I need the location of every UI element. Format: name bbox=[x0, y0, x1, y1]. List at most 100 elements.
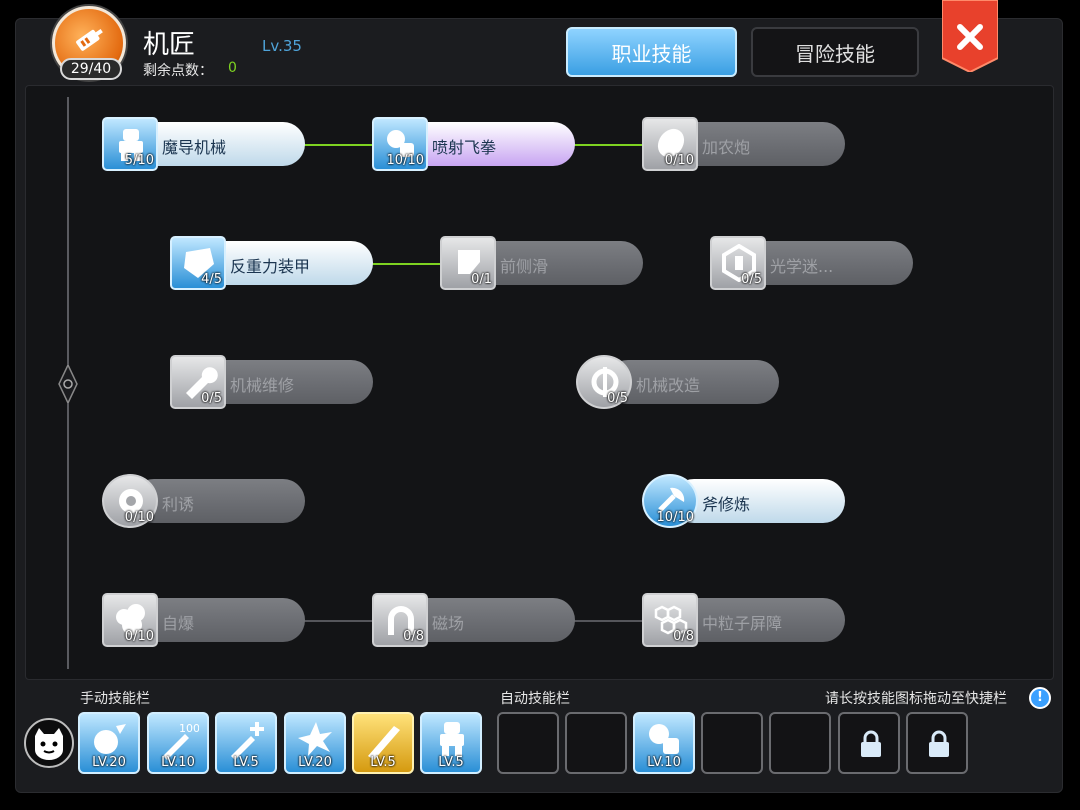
optical-hexagon-icon: 0/5 bbox=[710, 236, 766, 290]
auto-slot-2[interactable] bbox=[565, 712, 627, 774]
skill-label: 加农炮 bbox=[702, 138, 751, 157]
link-row5-b bbox=[574, 620, 644, 622]
slot-level: LV.10 bbox=[161, 755, 195, 770]
mechanic-hammer-icon bbox=[76, 28, 103, 51]
tab-job-skills[interactable]: 职业技能 bbox=[566, 27, 737, 77]
skill-label: 魔导机械 bbox=[162, 138, 227, 157]
auto-slot-6-locked[interactable] bbox=[838, 712, 900, 774]
skill-count: 5/10 bbox=[124, 153, 154, 168]
link-row5-a bbox=[304, 620, 374, 622]
drag-hint: 请长按技能图标拖动至快捷栏 bbox=[825, 691, 1007, 707]
skill-node-mech-modify[interactable]: 0/5 机械改造 bbox=[576, 355, 781, 409]
close-button[interactable] bbox=[942, 0, 998, 72]
burst-face-icon bbox=[94, 724, 126, 754]
lock-icon bbox=[929, 730, 949, 757]
skill-node-self-destruct[interactable]: 0/10 自爆 bbox=[102, 593, 307, 647]
info-icon[interactable]: ! bbox=[1029, 687, 1051, 709]
skill-label: 利诱 bbox=[162, 495, 195, 514]
hammer-burst-icon bbox=[298, 722, 332, 756]
skill-label: 磁场 bbox=[432, 614, 465, 633]
skill-count: 4/5 bbox=[201, 272, 222, 287]
skill-label: 自爆 bbox=[162, 614, 195, 633]
skill-label: 前侧滑 bbox=[500, 257, 549, 276]
skill-label: 机械维修 bbox=[230, 376, 295, 395]
sword-100-icon: 100 bbox=[163, 722, 199, 760]
skill-label: 光学迷... bbox=[770, 257, 834, 276]
auto-slot-7-locked[interactable] bbox=[906, 712, 968, 774]
gear-wrench-icon: 0/5 bbox=[576, 355, 632, 409]
magnet-field-icon: 0/8 bbox=[372, 593, 428, 647]
manual-bar-label: 手动技能栏 bbox=[80, 691, 150, 707]
rocket-fist-icon: 10/10 bbox=[372, 117, 428, 171]
ornament-icon bbox=[58, 365, 78, 403]
skill-count: 0/10 bbox=[124, 629, 154, 644]
skill-count: 0/8 bbox=[403, 629, 424, 644]
cat-face-icon bbox=[35, 728, 63, 760]
wrench-icon: 0/5 bbox=[170, 355, 226, 409]
manual-slot-4[interactable]: LV.20 bbox=[284, 712, 346, 774]
skill-label: 反重力装甲 bbox=[230, 257, 311, 276]
skill-node-particle-barrier[interactable]: 0/8 中粒子屏障 bbox=[642, 593, 847, 647]
skill-count: 10/10 bbox=[656, 510, 694, 525]
auto-slot-3[interactable]: LV.10 bbox=[633, 712, 695, 774]
manual-slot-5[interactable]: LV.5 bbox=[352, 712, 414, 774]
armor-icon: 4/5 bbox=[170, 236, 226, 290]
skill-node-rocket-fist[interactable]: 10/10 喷射飞拳 bbox=[372, 117, 577, 171]
skill-node-mech[interactable]: 5/10 魔导机械 bbox=[102, 117, 307, 171]
skill-count: 0/10 bbox=[124, 510, 154, 525]
skill-count: 0/8 bbox=[673, 629, 694, 644]
slot-level: LV.5 bbox=[233, 755, 259, 770]
auto-slot-1[interactable] bbox=[497, 712, 559, 774]
skill-node-antigravity-armor[interactable]: 4/5 反重力装甲 bbox=[170, 236, 375, 290]
mech-robot-icon: 5/10 bbox=[102, 117, 158, 171]
skill-node-front-slide[interactable]: 0/1 前侧滑 bbox=[440, 236, 645, 290]
skill-node-cannon[interactable]: 0/10 加农炮 bbox=[642, 117, 847, 171]
skill-label: 中粒子屏障 bbox=[702, 614, 783, 633]
manual-slot-3[interactable]: LV.5 bbox=[215, 712, 277, 774]
golden-strike-icon bbox=[368, 726, 400, 760]
link-row1-a bbox=[304, 144, 374, 146]
slot-level: LV.5 bbox=[438, 755, 464, 770]
remaining-points-value: 0 bbox=[228, 60, 237, 76]
skill-node-axe-training[interactable]: 10/10 斧修炼 bbox=[642, 474, 847, 528]
skill-label: 斧修炼 bbox=[702, 495, 751, 514]
tab-adventure-skills[interactable]: 冒险技能 bbox=[751, 27, 919, 77]
rocket-fist-icon bbox=[649, 724, 679, 754]
link-row2 bbox=[372, 263, 442, 265]
link-row1-b bbox=[574, 144, 644, 146]
lock-icon bbox=[861, 730, 881, 757]
axe-training-icon: 10/10 bbox=[642, 474, 698, 528]
skill-label: 喷射飞拳 bbox=[432, 138, 497, 157]
auto-bar-label: 自动技能栏 bbox=[500, 691, 570, 707]
slot-level: LV.20 bbox=[298, 755, 332, 770]
skill-points-badge: 29/40 bbox=[60, 58, 122, 80]
auto-slot-4[interactable] bbox=[701, 712, 763, 774]
auto-slot-5[interactable] bbox=[769, 712, 831, 774]
skill-node-optical[interactable]: 0/5 光学迷... bbox=[710, 236, 915, 290]
skill-count: 0/5 bbox=[741, 272, 762, 287]
emote-button[interactable] bbox=[24, 718, 74, 768]
manual-slot-1[interactable]: LV.20 bbox=[78, 712, 140, 774]
cannon-icon: 0/10 bbox=[642, 117, 698, 171]
svg-text:100: 100 bbox=[179, 722, 199, 735]
skill-count: 0/5 bbox=[201, 391, 222, 406]
skill-label: 机械改造 bbox=[636, 376, 701, 395]
remaining-points-label: 剩余点数： bbox=[143, 63, 213, 79]
lure-icon: 0/10 bbox=[102, 474, 158, 528]
mech-robot-icon bbox=[440, 722, 464, 756]
skill-node-magnetic-field[interactable]: 0/8 磁场 bbox=[372, 593, 577, 647]
manual-slot-6[interactable]: LV.5 bbox=[420, 712, 482, 774]
slide-icon: 0/1 bbox=[440, 236, 496, 290]
skill-node-mech-repair[interactable]: 0/5 机械维修 bbox=[170, 355, 375, 409]
slot-level: LV.10 bbox=[647, 755, 681, 770]
particle-barrier-icon: 0/8 bbox=[642, 593, 698, 647]
manual-slot-2[interactable]: 100 LV.10 bbox=[147, 712, 209, 774]
slot-level: LV.20 bbox=[92, 755, 126, 770]
slot-level: LV.5 bbox=[370, 755, 396, 770]
skill-count: 10/10 bbox=[386, 153, 424, 168]
skill-count: 0/5 bbox=[607, 391, 628, 406]
job-level: Lv.35 bbox=[262, 37, 302, 55]
sword-plus-icon bbox=[231, 722, 264, 760]
skill-node-lure[interactable]: 0/10 利诱 bbox=[102, 474, 307, 528]
skill-count: 0/10 bbox=[664, 153, 694, 168]
